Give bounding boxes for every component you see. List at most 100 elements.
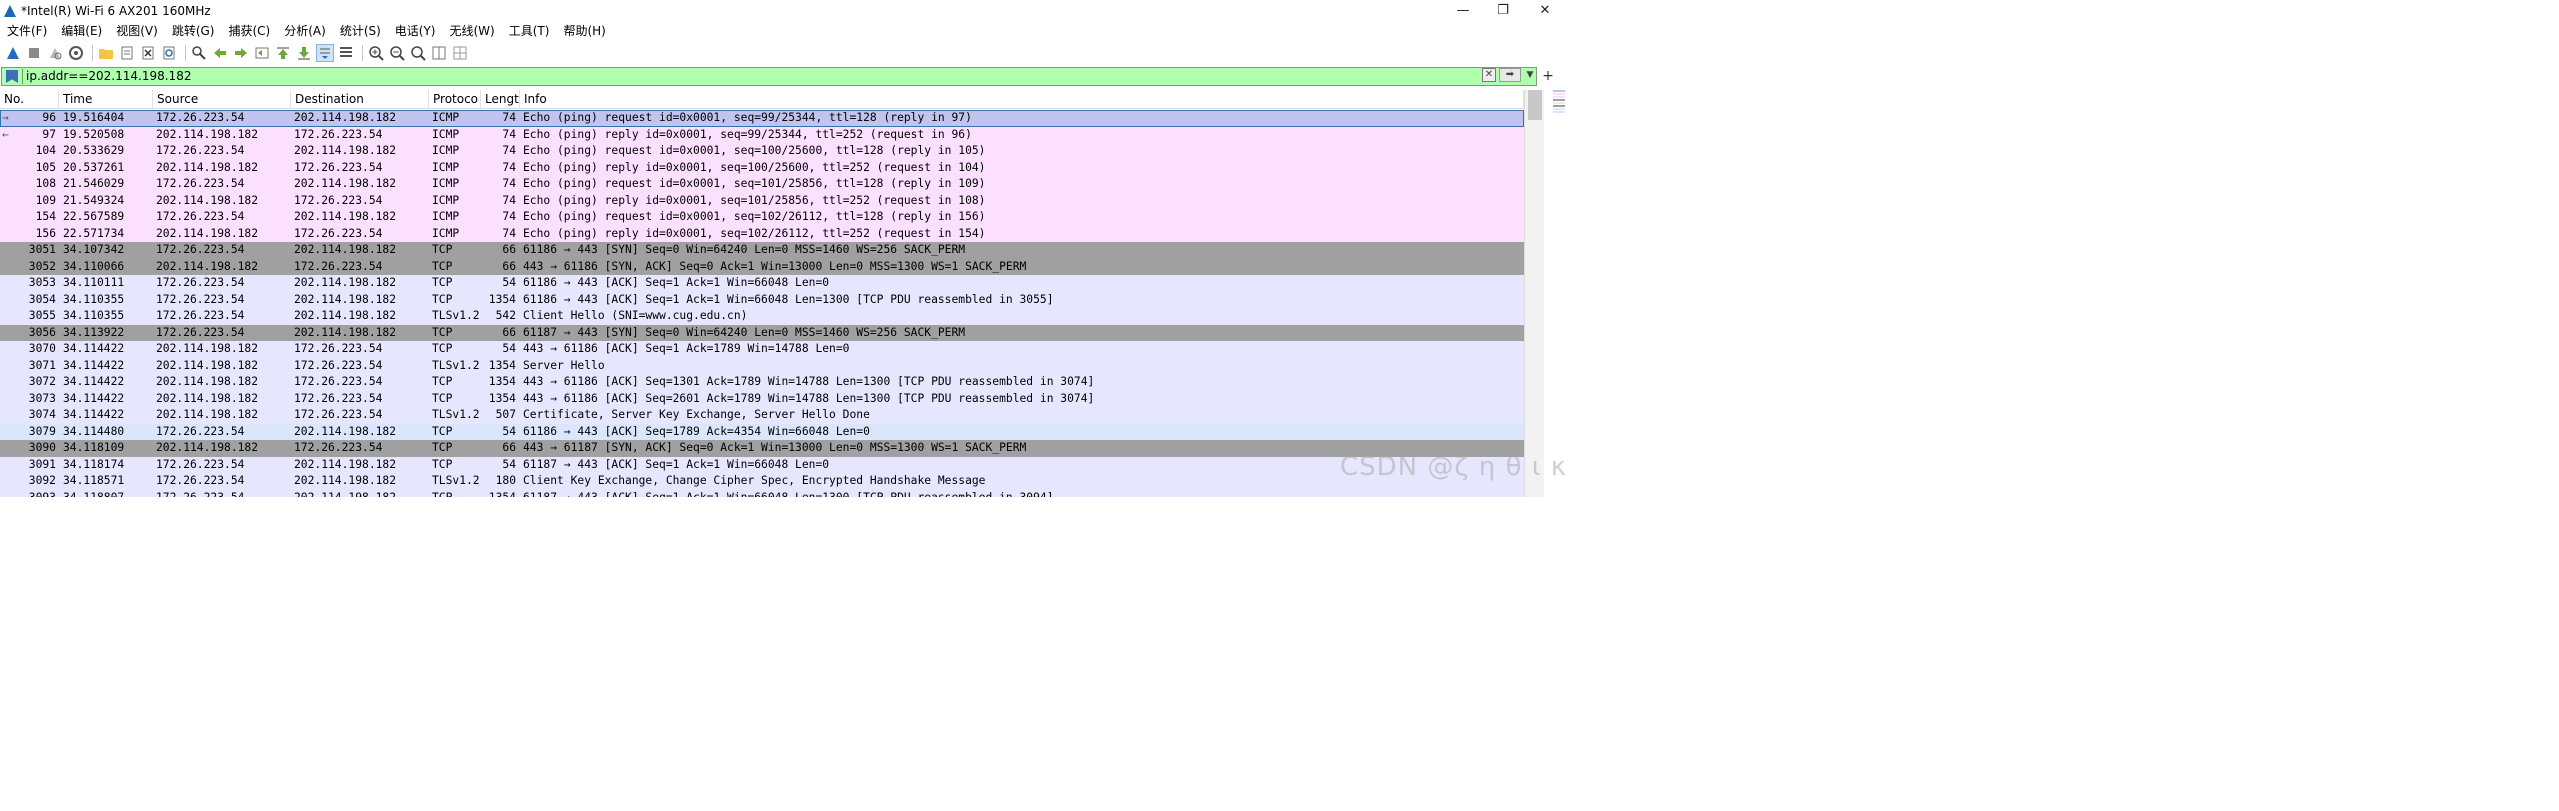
close-button[interactable]: ✕ xyxy=(1522,0,1568,21)
column-header-no[interactable]: No. xyxy=(0,90,59,109)
go-back-icon[interactable] xyxy=(211,44,229,62)
cell-source: 202.114.198.182 xyxy=(156,342,259,355)
cell-destination: 172.26.223.54 xyxy=(294,441,383,454)
capture-options-icon[interactable] xyxy=(67,44,85,62)
table-row[interactable]: 3053 34.110111 172.26.223.54 202.114.198.18… xyxy=(0,275,1524,292)
cell-time: 34.118571 xyxy=(63,474,125,487)
find-packet-icon[interactable] xyxy=(190,44,208,62)
menu-view[interactable]: 视图(V) xyxy=(109,21,165,41)
cell-length: 74 xyxy=(502,193,516,207)
cell-time: 20.533629 xyxy=(63,144,125,157)
table-row[interactable]: 3093 34.118807 172.26.223.54 202.114.198.18… xyxy=(0,489,1524,497)
column-header-source[interactable]: Source xyxy=(153,90,291,109)
table-row[interactable]: 109 21.549324 202.114.198.182 172.26.223.54… xyxy=(0,192,1524,209)
close-file-icon[interactable] xyxy=(139,44,157,62)
table-row[interactable]: 3073 34.114422 202.114.198.182 172.26.223.5… xyxy=(0,390,1524,407)
table-row[interactable]: 3071 34.114422 202.114.198.182 172.26.223.5… xyxy=(0,357,1524,374)
table-row[interactable]: 3092 34.118571 172.26.223.54 202.114.198.18… xyxy=(0,473,1524,490)
table-row[interactable]: 3056 34.113922 172.26.223.54 202.114.198.18… xyxy=(0,324,1524,341)
menu-analyze[interactable]: 分析(A) xyxy=(277,21,333,41)
colorize-icon[interactable] xyxy=(337,44,355,62)
cell-source: 202.114.198.182 xyxy=(156,259,259,273)
cell-time: 34.118174 xyxy=(63,457,125,471)
go-to-packet-icon[interactable] xyxy=(253,44,271,62)
stop-capture-icon[interactable] xyxy=(25,44,43,62)
table-row[interactable]: 3072 34.114422 202.114.198.182 172.26.223.5… xyxy=(0,374,1524,391)
cell-info: Client Hello (SNI=www.cug.edu.cn) xyxy=(523,309,748,322)
cell-info: Certificate, Server Key Exchange, Server… xyxy=(523,408,870,421)
display-filter-input[interactable]: ip.addr==202.114.198.182 xyxy=(1,67,1537,86)
restart-capture-icon[interactable] xyxy=(46,44,64,62)
go-last-icon[interactable] xyxy=(295,44,313,62)
cell-no: 3092 xyxy=(28,474,56,487)
cell-destination: 172.26.223.54 xyxy=(294,358,383,372)
table-row[interactable]: 3052 34.110066 202.114.198.182 172.26.223.5… xyxy=(0,258,1524,275)
menu-edit[interactable]: 编辑(E) xyxy=(54,21,109,41)
table-row[interactable]: 3055 34.110355 172.26.223.54 202.114.198.18… xyxy=(0,308,1524,325)
column-header-info[interactable]: Info xyxy=(520,90,1524,109)
table-row[interactable]: 3074 34.114422 202.114.198.182 172.26.223.5… xyxy=(0,407,1524,424)
menu-tools[interactable]: 工具(T) xyxy=(502,21,557,41)
column-header-protocol[interactable]: Protoco xyxy=(429,90,481,109)
table-row[interactable]: 3051 34.107342 172.26.223.54 202.114.198.18… xyxy=(0,242,1524,259)
go-forward-icon[interactable] xyxy=(232,44,250,62)
cell-protocol: TCP xyxy=(432,292,453,306)
table-row[interactable]: → 96 19.516404 172.26.223.54 202.114.198.182… xyxy=(0,110,1524,127)
layout-icon[interactable] xyxy=(451,44,469,62)
filter-history-dropdown-icon[interactable]: ▼ xyxy=(1524,68,1536,82)
bookmark-icon[interactable] xyxy=(6,70,18,83)
reload-file-icon[interactable] xyxy=(160,44,178,62)
cell-time: 34.110111 xyxy=(63,276,125,289)
menu-capture[interactable]: 捕获(C) xyxy=(221,21,277,41)
packet-list[interactable]: No. Time Source Destination Protoco Leng… xyxy=(0,90,1524,497)
menu-help[interactable]: 帮助(H) xyxy=(556,21,612,41)
shark-fin-start-icon[interactable] xyxy=(4,44,22,62)
menu-wireless[interactable]: 无线(W) xyxy=(443,21,502,41)
table-row[interactable]: 3091 34.118174 172.26.223.54 202.114.198.18… xyxy=(0,456,1524,473)
maximize-button[interactable]: ❐ xyxy=(1480,0,1526,21)
cell-source: 202.114.198.182 xyxy=(156,193,259,207)
zoom-out-icon[interactable] xyxy=(388,44,406,62)
table-row[interactable]: 108 21.546029 172.26.223.54 202.114.198.182… xyxy=(0,176,1524,193)
column-header-length[interactable]: Lengt xyxy=(481,90,520,109)
scrollbar-thumb[interactable] xyxy=(1528,90,1542,120)
save-file-icon[interactable] xyxy=(118,44,136,62)
cell-no: 3052 xyxy=(28,259,56,273)
add-filter-button-icon[interactable]: + xyxy=(1541,67,1555,85)
menu-statistics[interactable]: 统计(S) xyxy=(333,21,388,41)
cell-protocol: TCP xyxy=(432,441,453,454)
menu-go[interactable]: 跳转(G) xyxy=(165,21,222,41)
open-file-icon[interactable] xyxy=(97,44,115,62)
table-row[interactable]: 3079 34.114480 172.26.223.54 202.114.198.18… xyxy=(0,423,1524,440)
column-header-destination[interactable]: Destination xyxy=(291,90,429,109)
column-header-time[interactable]: Time xyxy=(59,90,153,109)
auto-scroll-icon[interactable] xyxy=(316,44,334,62)
table-row[interactable]: 104 20.533629 172.26.223.54 202.114.198.182… xyxy=(0,143,1524,160)
cell-no: 108 xyxy=(35,177,56,190)
menu-file[interactable]: 文件(F) xyxy=(0,21,54,41)
table-row[interactable]: 3070 34.114422 202.114.198.182 172.26.223.5… xyxy=(0,341,1524,358)
cell-destination: 202.114.198.182 xyxy=(294,276,397,289)
table-row[interactable]: 105 20.537261 202.114.198.182 172.26.223.54… xyxy=(0,159,1524,176)
cell-protocol: ICMP xyxy=(432,160,460,174)
go-first-icon[interactable] xyxy=(274,44,292,62)
cell-no: 104 xyxy=(35,144,56,157)
zoom-in-icon[interactable] xyxy=(367,44,385,62)
cell-no: 97 xyxy=(42,127,56,141)
table-row[interactable]: ← 97 19.520508 202.114.198.182 172.26.223.54… xyxy=(0,126,1524,143)
table-row[interactable]: 3090 34.118109 202.114.198.182 172.26.223.5… xyxy=(0,440,1524,457)
clear-filter-icon[interactable]: ✕ xyxy=(1482,68,1496,82)
menu-telephony[interactable]: 电话(Y) xyxy=(388,21,443,41)
resize-columns-icon[interactable] xyxy=(430,44,448,62)
normal-size-icon[interactable] xyxy=(409,44,427,62)
cell-destination: 202.114.198.182 xyxy=(294,474,397,487)
cell-source: 172.26.223.54 xyxy=(156,474,245,487)
packet-list-scrollbar[interactable] xyxy=(1524,90,1544,497)
apply-filter-icon[interactable]: ➡ xyxy=(1499,68,1521,82)
table-row[interactable]: 154 22.567589 172.26.223.54 202.114.198.182… xyxy=(0,209,1524,226)
table-row[interactable]: 3054 34.110355 172.26.223.54 202.114.198.18… xyxy=(0,291,1524,308)
filter-expression[interactable]: ip.addr==202.114.198.182 xyxy=(22,69,191,84)
cell-info: 61186 → 443 [ACK] Seq=1 Ack=1 Win=66048 … xyxy=(523,292,1054,306)
cell-time: 34.110355 xyxy=(63,292,125,306)
table-row[interactable]: 156 22.571734 202.114.198.182 172.26.223.54… xyxy=(0,225,1524,242)
